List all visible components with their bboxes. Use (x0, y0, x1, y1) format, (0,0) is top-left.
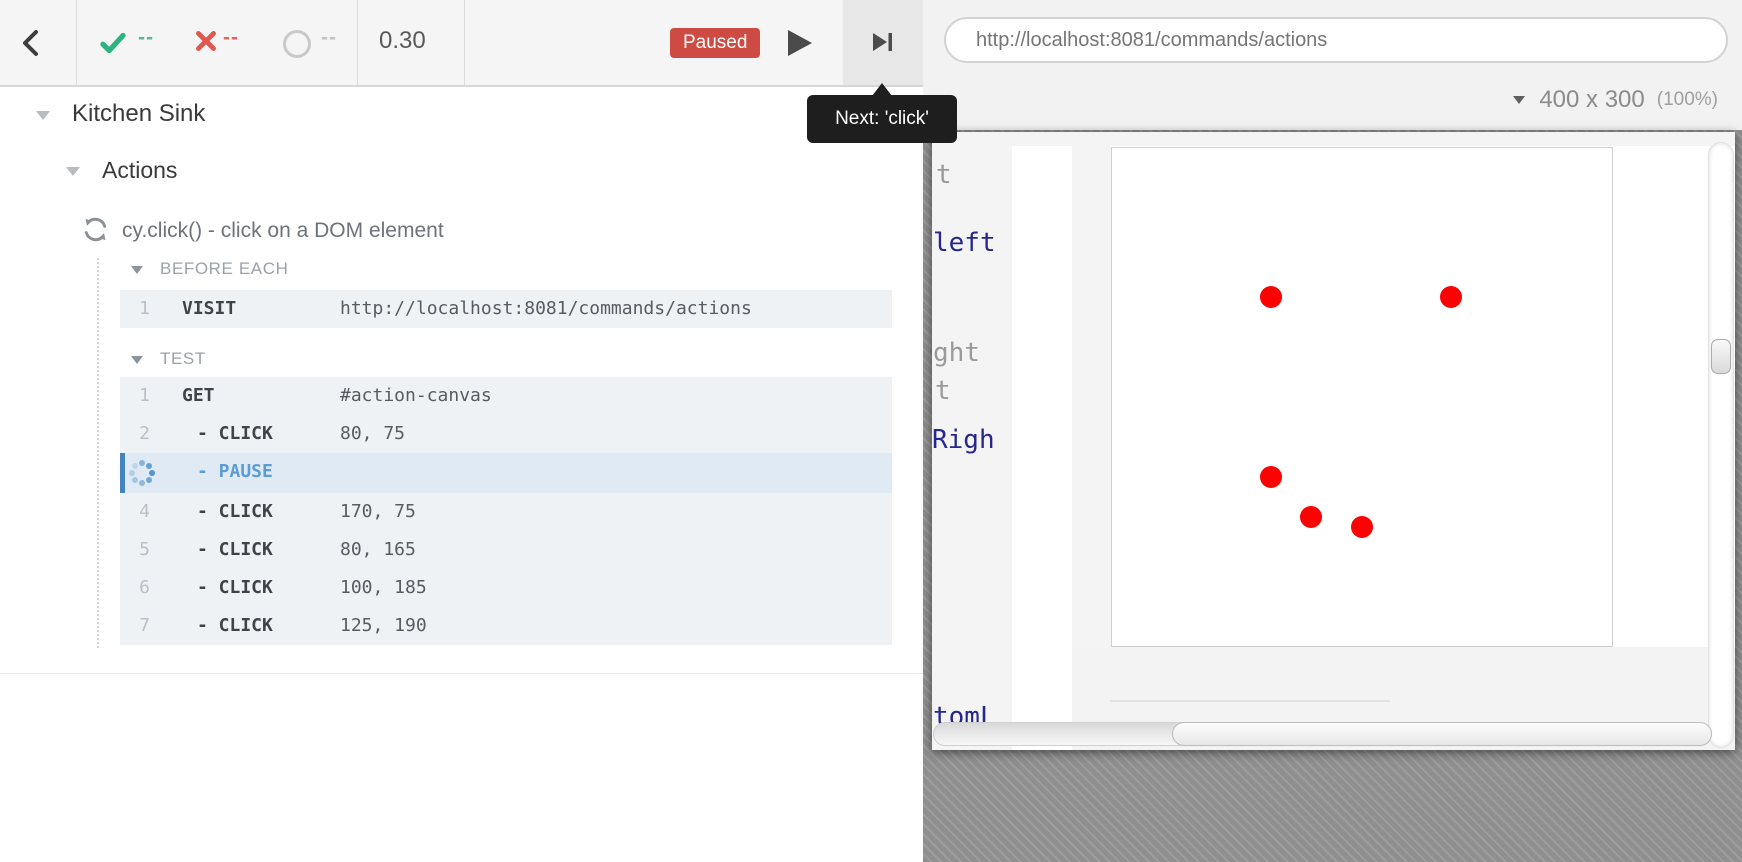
command-row-pause[interactable]: - PAUSE (120, 453, 892, 493)
passed-check-icon (98, 28, 128, 58)
app-stage-background: tleftghttRightomL (923, 130, 1742, 862)
test-title: cy.click() - click on a DOM element (122, 219, 444, 243)
canvas-click-dot (1440, 286, 1462, 308)
command-number: 6 (120, 577, 150, 598)
caret-down-icon[interactable] (66, 167, 80, 176)
url-bar[interactable]: http://localhost:8081/commands/actions (944, 17, 1728, 63)
hook-label-test[interactable]: TEST (160, 349, 206, 369)
step-forward-icon (868, 27, 898, 62)
dropdown-caret-icon (1513, 96, 1525, 104)
command-value: 125, 190 (340, 615, 427, 636)
back-button[interactable] (14, 26, 50, 60)
elapsed-time: 0.30 (379, 27, 426, 55)
reporter-toolbar: -- -- -- 0.30 Paused (0, 0, 923, 87)
app-top-strip (932, 132, 1735, 146)
test-command-list: 1 GET #action-canvas 2 - CLICK 80, 75 - PAUSE 4… (120, 377, 892, 645)
app-text-fragment[interactable]: left (933, 228, 996, 258)
test-body-indent-line (97, 258, 99, 648)
command-value: http://localhost:8081/commands/actions (340, 298, 752, 319)
action-canvas[interactable] (1111, 147, 1613, 647)
command-number: 4 (120, 501, 150, 522)
command-value: 80, 75 (340, 423, 405, 444)
caret-down-icon[interactable] (131, 266, 143, 274)
app-header: http://localhost:8081/commands/actions 4… (923, 0, 1742, 130)
test-block-divider (0, 673, 923, 674)
command-name: - CLICK (197, 501, 273, 522)
command-row-click[interactable]: 7 - CLICK 125, 190 (120, 607, 892, 645)
command-name: - CLICK (197, 539, 273, 560)
command-name: - CLICK (197, 577, 273, 598)
canvas-click-dot (1351, 516, 1373, 538)
before-each-command-list: 1 VISIT http://localhost:8081/commands/act… (120, 290, 892, 328)
next-step-tooltip: Next: 'click' (807, 95, 957, 143)
command-row-click[interactable]: 6 - CLICK 100, 185 (120, 569, 892, 607)
command-row-visit[interactable]: 1 VISIT http://localhost:8081/commands/act… (120, 290, 892, 328)
toolbar-separator (357, 0, 358, 85)
command-name: GET (182, 385, 215, 406)
test-title-row[interactable]: cy.click() - click on a DOM element (82, 216, 109, 246)
app-text-fragment[interactable]: t (935, 376, 951, 406)
viewport-menu[interactable]: 400 x 300 (100%) (1513, 84, 1718, 116)
app-text-fragment[interactable]: ght (933, 338, 980, 368)
app-preview-panel: http://localhost:8081/commands/actions 4… (923, 0, 1742, 862)
test-running-spinner-icon (82, 230, 109, 247)
pause-spinner-icon (139, 470, 145, 476)
horizontal-scrollbar-thumb[interactable] (1172, 722, 1712, 746)
back-chevron-icon (14, 47, 50, 64)
command-name: - CLICK (197, 423, 273, 444)
command-name: VISIT (182, 298, 236, 319)
cypress-test-runner: -- -- -- 0.30 Paused (0, 0, 1742, 862)
canvas-click-dot (1260, 286, 1282, 308)
passed-count: -- (138, 26, 154, 50)
command-value: 80, 165 (340, 539, 416, 560)
command-number: 2 (120, 423, 150, 444)
command-row-get[interactable]: 1 GET #action-canvas (120, 377, 892, 415)
viewport-size-label: 400 x 300 (1539, 86, 1644, 114)
step-forward-button[interactable] (843, 0, 923, 85)
command-number: 5 (120, 539, 150, 560)
failed-x-icon (193, 28, 219, 58)
command-number: 7 (120, 615, 150, 636)
subsuite-title[interactable]: Actions (102, 157, 177, 184)
command-row-click[interactable]: 5 - CLICK 80, 165 (120, 531, 892, 569)
vertical-scrollbar-track[interactable] (1708, 142, 1734, 748)
tooltip-text: Next: 'click' (835, 108, 929, 130)
canvas-click-dot (1260, 466, 1282, 488)
reporter-panel: -- -- -- 0.30 Paused (0, 0, 923, 862)
app-horizontal-rule (1110, 700, 1390, 702)
caret-down-icon[interactable] (36, 111, 50, 120)
app-text-fragment[interactable]: Righ (932, 425, 995, 455)
command-name: - PAUSE (197, 461, 273, 482)
command-number: 1 (120, 298, 150, 319)
suite-title[interactable]: Kitchen Sink (72, 100, 205, 128)
toolbar-separator (464, 0, 465, 85)
command-value: 100, 185 (340, 577, 427, 598)
paused-status-badge: Paused (670, 28, 760, 58)
viewport-zoom-label: (100%) (1657, 89, 1718, 111)
command-row-click[interactable]: 2 - CLICK 80, 75 (120, 415, 892, 453)
resume-play-button[interactable] (788, 30, 812, 56)
command-name: - CLICK (197, 615, 273, 636)
tooltip-arrow (872, 83, 892, 96)
vertical-scrollbar-thumb[interactable] (1711, 339, 1731, 374)
canvas-click-dot (1300, 506, 1322, 528)
command-value: #action-canvas (340, 385, 492, 406)
caret-down-icon[interactable] (131, 356, 143, 364)
pending-circle-icon (283, 30, 311, 58)
command-value: 170, 75 (340, 501, 416, 522)
toolbar-separator (76, 0, 77, 85)
command-number: 1 (120, 385, 150, 406)
app-text-fragment[interactable]: t (936, 160, 952, 190)
command-row-click[interactable]: 4 - CLICK 170, 75 (120, 493, 892, 531)
failed-count: -- (223, 26, 239, 50)
app-iframe: tleftghttRightomL (932, 132, 1735, 750)
pending-count: -- (321, 26, 337, 50)
hook-label-before-each[interactable]: BEFORE EACH (160, 259, 288, 279)
